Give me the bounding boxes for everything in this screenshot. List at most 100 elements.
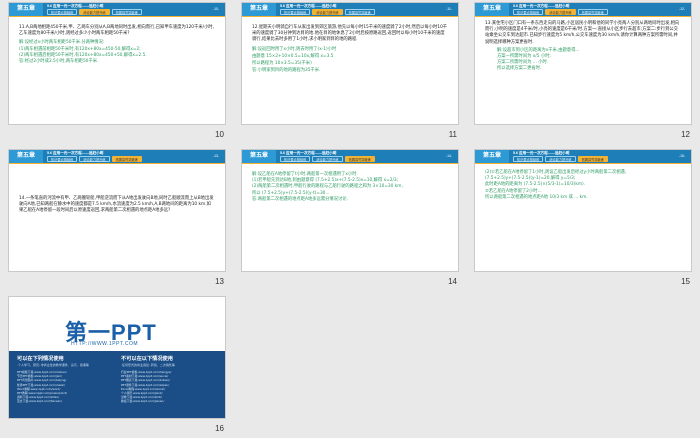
header-page-number: -12- [678, 7, 685, 11]
header-stripe [242, 16, 458, 17]
question-text: 12.星期天小明骑自行车从家出发到郊区旅游,他先以每小时15千米的速度骑了2小时… [252, 25, 448, 43]
slide-canvas[interactable]: 第五章 5.6 应用一元一次方程——追赶小明 知识要点基础练 综合能力提升练 拓… [474, 149, 692, 272]
question-text: 14.一条笔直的河流中有甲、乙两艘轮船,甲船逆流而下从A地出发驶向B地,同时乙船… [19, 196, 214, 214]
tab-basic: 知识要点基础练 [47, 156, 78, 162]
allowed-subtext: ·个人学习、研究;·非商业性的教学课件、演示、授课等 [17, 363, 89, 367]
slide-canvas[interactable]: 第五章 5.6 应用一元一次方程——追赶小明 知识要点基础练 综合能力提升练 拓… [241, 149, 459, 272]
formula-block: 解:设返回时用了x小时,则去时用了(x-1)小时 由题意 15×2+10×0.5… [252, 47, 448, 75]
chapter-label: 第五章 [9, 3, 43, 16]
section-tabs: 知识要点基础练 综合能力提升练 拓展探究突破练 [280, 156, 375, 162]
slide-number: 16 [215, 424, 224, 433]
link-item[interactable]: 教案下载:www.1ppt.com/jiaoan/ [121, 399, 217, 403]
section-tabs: 知识要点基础练 综合能力提升练 拓展探究突破练 [513, 9, 608, 15]
slide-header: 第五章 5.6 应用一元一次方程——追赶小明 知识要点基础练 综合能力提升练 拓… [9, 3, 225, 16]
slide-thumbnail-12[interactable]: 第五章 5.6 应用一元一次方程——追赶小明 知识要点基础练 综合能力提升练 拓… [470, 0, 696, 144]
slide-number: 15 [681, 277, 690, 286]
tab-comprehensive: 综合能力提升练 [545, 156, 576, 162]
tab-basic: 知识要点基础练 [280, 9, 311, 15]
slide-number: 13 [215, 277, 224, 286]
slide-thumbnail-10[interactable]: 第五章 5.6 应用一元一次方程——追赶小明 知识要点基础练 综合能力提升练 拓… [4, 0, 230, 144]
tab-comprehensive: 综合能力提升练 [545, 9, 576, 15]
slide-thumbnail-16[interactable]: 第一PPT HTTP://WWW.1PPT.COM 可以在下列情况使用 ·个人学… [4, 294, 230, 438]
chapter-label: 第五章 [475, 3, 509, 16]
slide-body: 11.A,B两地相距450千米,甲、乙两车分别从A,B两地同时出发,相向而行,已… [19, 25, 215, 65]
slide-header: 第五章 5.6 应用一元一次方程——追赶小明 知识要点基础练 综合能力提升练 拓… [475, 150, 691, 163]
chapter-label: 第五章 [242, 150, 276, 163]
header-stripe [475, 163, 691, 164]
slide-canvas[interactable]: 第一PPT HTTP://WWW.1PPT.COM 可以在下列情况使用 ·个人学… [8, 296, 226, 419]
slide-canvas[interactable]: 第五章 5.6 应用一元一次方程——追赶小明 知识要点基础练 综合能力提升练 拓… [474, 2, 692, 125]
disallowed-link-list: 行业PPT模板:www.1ppt.com/hangye/ PPT素材下载:www… [121, 370, 217, 404]
tab-basic: 知识要点基础练 [513, 156, 544, 162]
tab-comprehensive: 综合能力提升练 [79, 156, 110, 162]
slide-body: 14.一条笔直的河流中有甲、乙两艘轮船,甲船逆流而下从A地出发驶向B地,同时乙船… [19, 196, 215, 215]
slide-number: 10 [215, 130, 224, 139]
answer-text: 解:设超市到小区的距离为x千米,由题意得... 方案一所需时间为 x/5 小时;… [497, 47, 580, 72]
tab-extension: 拓展探究突破练 [344, 9, 375, 15]
slide-body: 13.某住宅小区门口有一条东西走向的马路,小区居民小明和他的同学小亮两人分别从两… [485, 21, 681, 73]
formula-line: 答:小明家到目的地的路程为35千米. [252, 68, 321, 74]
disallowed-subtext: ·任何形式的商业用途;·转载、二次销售等 [121, 363, 175, 367]
header-page-number: -11- [446, 7, 452, 11]
formula-line: 由题意 15×2+10×0.5=10x,解得 x=3.5 [252, 53, 334, 59]
tab-extension: 拓展探究突破练 [577, 156, 608, 162]
header-stripe [475, 16, 691, 17]
answer-text: (2)①若乙船在A地停留了1小时,则设乙船出发后经过y小时两船第二次相遇, (7… [485, 170, 627, 200]
slide-canvas[interactable]: 第五章 5.6 应用一元一次方程——追赶小明 知识要点基础练 综合能力提升练 拓… [8, 2, 226, 125]
disallowed-heading: 不可以在以下情况使用 [121, 356, 173, 362]
header-stripe [9, 16, 225, 17]
chapter-label: 第五章 [242, 3, 276, 16]
chapter-label: 第五章 [9, 150, 43, 163]
slide-header: 第五章 5.6 应用一元一次方程——追赶小明 知识要点基础练 综合能力提升练 拓… [9, 150, 225, 163]
slide-number: 14 [448, 277, 457, 286]
slide-number: 12 [681, 130, 690, 139]
header-page-number: -15- [678, 154, 685, 158]
slide-body: (2)①若乙船在A地停留了1小时,则设乙船出发后经过y小时两船第二次相遇, (7… [485, 170, 681, 201]
slide-canvas[interactable]: 第五章 5.6 应用一元一次方程——追赶小明 知识要点基础练 综合能力提升练 拓… [8, 149, 226, 272]
question-text: 13.某住宅小区门口有一条东西走向的马路,小区居民小明和他的同学小亮两人分别从两… [485, 21, 680, 45]
slide-thumbnail-13[interactable]: 第五章 5.6 应用一元一次方程——追赶小明 知识要点基础练 综合能力提升练 拓… [4, 147, 230, 291]
slide-canvas[interactable]: 第五章 5.6 应用一元一次方程——追赶小明 知识要点基础练 综合能力提升练 拓… [241, 2, 459, 125]
section-tabs: 知识要点基础练 综合能力提升练 拓展探究突破练 [47, 156, 142, 162]
slide-header: 第五章 5.6 应用一元一次方程——追赶小明 知识要点基础练 综合能力提升练 拓… [475, 3, 691, 16]
header-stripe [9, 163, 225, 164]
tab-basic: 知识要点基础练 [280, 156, 311, 162]
header-page-number: -13- [212, 154, 219, 158]
slide-header: 第五章 5.6 应用一元一次方程——追赶小明 知识要点基础练 综合能力提升练 拓… [242, 150, 458, 163]
section-tabs: 知识要点基础练 综合能力提升练 拓展探究突破练 [280, 9, 375, 15]
answer-text: 解:设乙船在A地停留了t小时,两船第一次相遇用了x小时. (1)若甲船先到达B地… [252, 172, 403, 202]
slide-body: 解:设乙船在A地停留了t小时,两船第一次相遇用了x小时. (1)若甲船先到达B地… [252, 172, 448, 203]
slide-thumbnail-15[interactable]: 第五章 5.6 应用一元一次方程——追赶小明 知识要点基础练 综合能力提升练 拓… [470, 147, 696, 291]
formula-line: 所以路程为 10×3.5=35(千米) [252, 61, 312, 67]
tab-comprehensive: 综合能力提升练 [79, 9, 110, 15]
slide-header: 第五章 5.6 应用一元一次方程——追赶小明 知识要点基础练 综合能力提升练 拓… [242, 3, 458, 16]
link-item[interactable]: 范文下载:www.1ppt.com/fanwen/ [17, 399, 113, 403]
tab-basic: 知识要点基础练 [513, 9, 544, 15]
header-page-number: -10- [212, 7, 219, 11]
allowed-heading: 可以在下列情况使用 [17, 356, 64, 362]
slide-body: 12.星期天小明骑自行车从家出发到郊区旅游,他先以每小时15千米的速度骑了2小时… [252, 25, 448, 75]
chapter-label: 第五章 [475, 150, 509, 163]
section-tabs: 知识要点基础练 综合能力提升练 拓展探究突破练 [47, 9, 142, 15]
allowed-link-list: PPT模板下载:www.1ppt.com/moban/ 节日PPT模板:www.… [17, 370, 113, 404]
tab-comprehensive: 综合能力提升练 [312, 9, 343, 15]
header-page-number: -14- [445, 154, 452, 158]
allowed-usage-column: 可以在下列情况使用 ·个人学习、研究;·非商业性的教学课件、演示、授课等 PPT… [17, 355, 113, 404]
section-tabs: 知识要点基础练 综合能力提升练 拓展探究突破练 [513, 156, 608, 162]
slide-thumbnail-11[interactable]: 第五章 5.6 应用一元一次方程——追赶小明 知识要点基础练 综合能力提升练 拓… [237, 0, 463, 144]
brand-slide: 第一PPT HTTP://WWW.1PPT.COM 可以在下列情况使用 ·个人学… [9, 297, 225, 418]
slide-thumbnail-14[interactable]: 第五章 5.6 应用一元一次方程——追赶小明 知识要点基础练 综合能力提升练 拓… [237, 147, 463, 291]
answer-text: 解:设经过x小时两车相距50千米.分两种情况: (1)两车相遇前相距50千米时,… [19, 40, 147, 65]
formula-line: 解:设返回时用了x小时,则去时用了(x-1)小时 [252, 46, 337, 52]
slide-number: 11 [448, 130, 457, 139]
tab-extension: 拓展探究突破练 [111, 156, 142, 162]
brand-url: HTTP://WWW.1PPT.COM [71, 341, 138, 347]
tab-extension: 拓展探究突破练 [577, 9, 608, 15]
tab-extension: 拓展探究突破练 [344, 156, 375, 162]
tab-comprehensive: 综合能力提升练 [312, 156, 343, 162]
header-stripe [242, 163, 458, 164]
disallowed-usage-column: 不可以在以下情况使用 ·任何形式的商业用途;·转载、二次销售等 行业PPT模板:… [121, 355, 217, 404]
question-text: 11.A,B两地相距450千米,甲、乙两车分别从A,B两地同时出发,相向而行,已… [19, 25, 215, 37]
tab-basic: 知识要点基础练 [47, 9, 78, 15]
tab-extension: 拓展探究突破练 [111, 9, 142, 15]
